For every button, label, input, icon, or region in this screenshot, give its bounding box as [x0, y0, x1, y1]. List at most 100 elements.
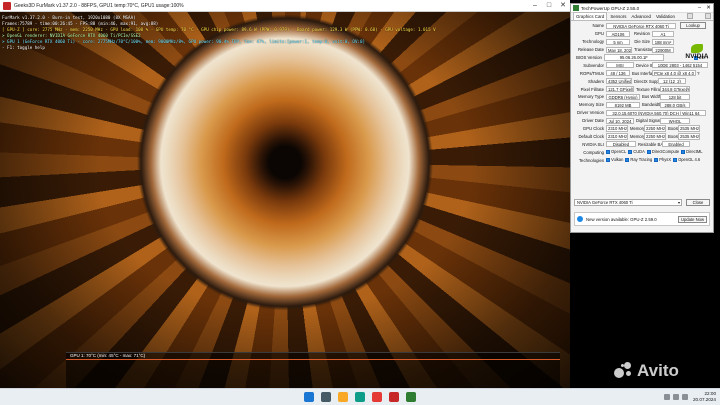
technologies-checkbox: Vulkan	[606, 157, 623, 162]
gpuz-icon[interactable]	[406, 392, 416, 402]
pixel-fillrate-label: Pixel Fillrate	[580, 86, 604, 92]
technologies-label: Ray Tracing	[630, 157, 653, 163]
chevron-up-icon[interactable]	[664, 394, 670, 400]
furmark-render-view[interactable]: FurMark v1.37.2.0 - Burn-in test, 1920x1…	[0, 12, 570, 388]
technologies-checkbox: PhysX	[654, 157, 671, 162]
memory-type-value: GDDR6 (Hynix)	[606, 93, 640, 101]
digital-signature-value: WHQL	[660, 117, 690, 124]
gpu-label: GPU	[594, 31, 604, 37]
furmark-icon[interactable]	[389, 392, 399, 402]
computing-label: DirectML	[686, 149, 703, 155]
rops-tmus-label: ROPs/TMUs	[579, 70, 604, 76]
gpuz-tabs: Graphics Card Sensors Advanced Validatio…	[571, 12, 713, 21]
technology-value: 5 nm	[606, 38, 630, 45]
computing-label: DirectCompute	[651, 149, 680, 155]
gpu-temp-graph-line	[66, 359, 560, 360]
computing-checkbox: CUDA	[628, 149, 645, 154]
gpu-temp-monitor: GPU 1: 70°C (min: 45°C - max: 71°C)	[66, 352, 560, 388]
info-icon	[577, 216, 583, 222]
close-gpuz-button[interactable]: Close	[686, 199, 710, 206]
network-icon[interactable]	[673, 394, 679, 400]
subvendor-value: MSI	[606, 62, 634, 69]
avito-logo-icon	[614, 362, 634, 380]
technologies-label: Technologies	[578, 157, 604, 163]
computing-label: Computing	[583, 149, 604, 155]
gpuz-minimize-button[interactable]: –	[695, 4, 704, 13]
windows-start-icon[interactable]	[304, 392, 314, 402]
lookup-button[interactable]: Lookup	[680, 22, 706, 30]
technologies-label: Vulkan	[611, 157, 624, 163]
bandwidth-label: Bandwidth	[642, 102, 662, 108]
windows-taskbar: 22:00 20.07.2024	[0, 388, 720, 405]
revision-value: A1	[652, 30, 674, 37]
volume-icon[interactable]	[682, 394, 688, 400]
camera-icon[interactable]	[687, 13, 694, 19]
checkbox-icon	[606, 149, 610, 154]
default-clock-label: Default Clock	[578, 133, 604, 139]
menu-icon[interactable]	[704, 13, 711, 19]
checkbox-icon	[606, 157, 610, 162]
digital-signature-label: Digital Signature	[636, 118, 667, 124]
checkbox-icon	[628, 149, 633, 154]
memory-clock-value: 2250 MHz	[644, 125, 666, 132]
overlay-line: - F1: toggle help	[2, 45, 45, 50]
default-memory-value: 2250 MHz	[644, 133, 666, 140]
die-size-label: Die Size	[634, 39, 650, 45]
furmark-titlebar: Geeks3D FurMark v1.37.2.0 - 88FPS, GPU1 …	[0, 0, 570, 12]
computing-label: OpenCL	[611, 149, 627, 155]
tab-advanced[interactable]: Advanced	[629, 13, 653, 20]
bus-width-value: 128 bit	[660, 93, 690, 101]
furmark-app-icon	[3, 1, 11, 10]
memory-size-value: 8192 MB	[606, 101, 640, 108]
search-icon[interactable]	[321, 392, 331, 402]
boost-clock-value: 2535 MHz	[678, 125, 700, 132]
gpu-selector-dropdown[interactable]: NVIDIA GeForce RTX 4060 Ti ▾	[574, 199, 682, 206]
driver-version-value: 32.0.15.6070 (NVIDIA 560.70) DCH / Win11…	[606, 109, 706, 116]
gpu-selector-value: NVIDIA GeForce RTX 4060 Ti	[577, 200, 633, 205]
directx-value: 12 (12_2)	[658, 78, 686, 85]
memory-type-label: Memory Type	[578, 94, 604, 100]
clock-date: 20.07.2024	[693, 397, 716, 402]
clock[interactable]: 22:00 20.07.2024	[693, 391, 716, 403]
nvidia-logo: NVIDIA	[683, 44, 711, 60]
close-button[interactable]: ✕	[556, 0, 570, 12]
bios-version-label: BIOS Version	[576, 55, 602, 60]
minimize-button[interactable]: –	[528, 0, 542, 12]
computing-checkbox: DirectCompute	[646, 149, 680, 155]
chrome-browser-icon[interactable]	[372, 392, 382, 402]
furmark-window-title: Geeks3D FurMark v1.37.2.0 - 88FPS, GPU1 …	[14, 2, 184, 9]
computing-checkbox: OpenCL	[606, 149, 626, 154]
gpu-temp-monitor-label: GPU 1: 70°C (min: 45°C - max: 71°C)	[70, 353, 146, 358]
edge-browser-icon[interactable]	[355, 392, 365, 402]
texture-fillrate-value: 344.8 GTexel/s	[660, 85, 690, 93]
nvidia-sli-label: NVIDIA SLI	[582, 141, 604, 147]
gpuz-window: TechPowerUp GPU-Z 2.55.0 – ✕ Graphics Ca…	[570, 3, 714, 233]
default-boost-value: 2535 MHz	[678, 133, 700, 140]
gpuz-footer: NVIDIA GeForce RTX 4060 Ti ▾ Close	[574, 199, 710, 206]
maximize-button[interactable]: □	[542, 0, 556, 12]
gpuz-close-button[interactable]: ✕	[704, 4, 713, 13]
rops-tmus-value: 48 / 136	[606, 70, 630, 77]
technology-label: Technology	[582, 39, 604, 45]
subvendor-label: Subvendor	[583, 62, 604, 68]
driver-date-value: Jul 10, 2024	[606, 117, 634, 124]
checkbox-icon	[673, 157, 678, 162]
technologies-label: PhysX	[659, 157, 672, 163]
default-clock-value: 2310 MHz	[606, 133, 628, 140]
shaders-label: Shaders	[587, 78, 604, 84]
technologies-list: Vulkan Ray Tracing PhysX OpenGL 4.6	[606, 157, 702, 163]
tab-validation[interactable]: Validation	[654, 13, 677, 20]
tab-graphics-card[interactable]: Graphics Card	[573, 12, 608, 20]
file-explorer-icon[interactable]	[338, 392, 348, 402]
tab-sensors[interactable]: Sensors	[608, 13, 628, 20]
update-notification: New version available: GPU-Z 2.59.0 Upda…	[574, 212, 710, 226]
computing-label: CUDA	[633, 149, 645, 155]
help-icon[interactable]: ?	[697, 71, 700, 76]
revision-label: Revision	[633, 31, 650, 37]
update-now-button[interactable]: Update Now	[677, 215, 707, 223]
checkbox-icon	[646, 149, 651, 154]
bus-interface-value: PCIe x8 4.0 @ x8 4.0	[652, 70, 696, 77]
name-value: NVIDIA GeForce RTX 4060 Ti	[606, 22, 676, 30]
system-tray: 22:00 20.07.2024	[664, 391, 716, 403]
bandwidth-value: 288.0 GB/s	[660, 101, 690, 108]
